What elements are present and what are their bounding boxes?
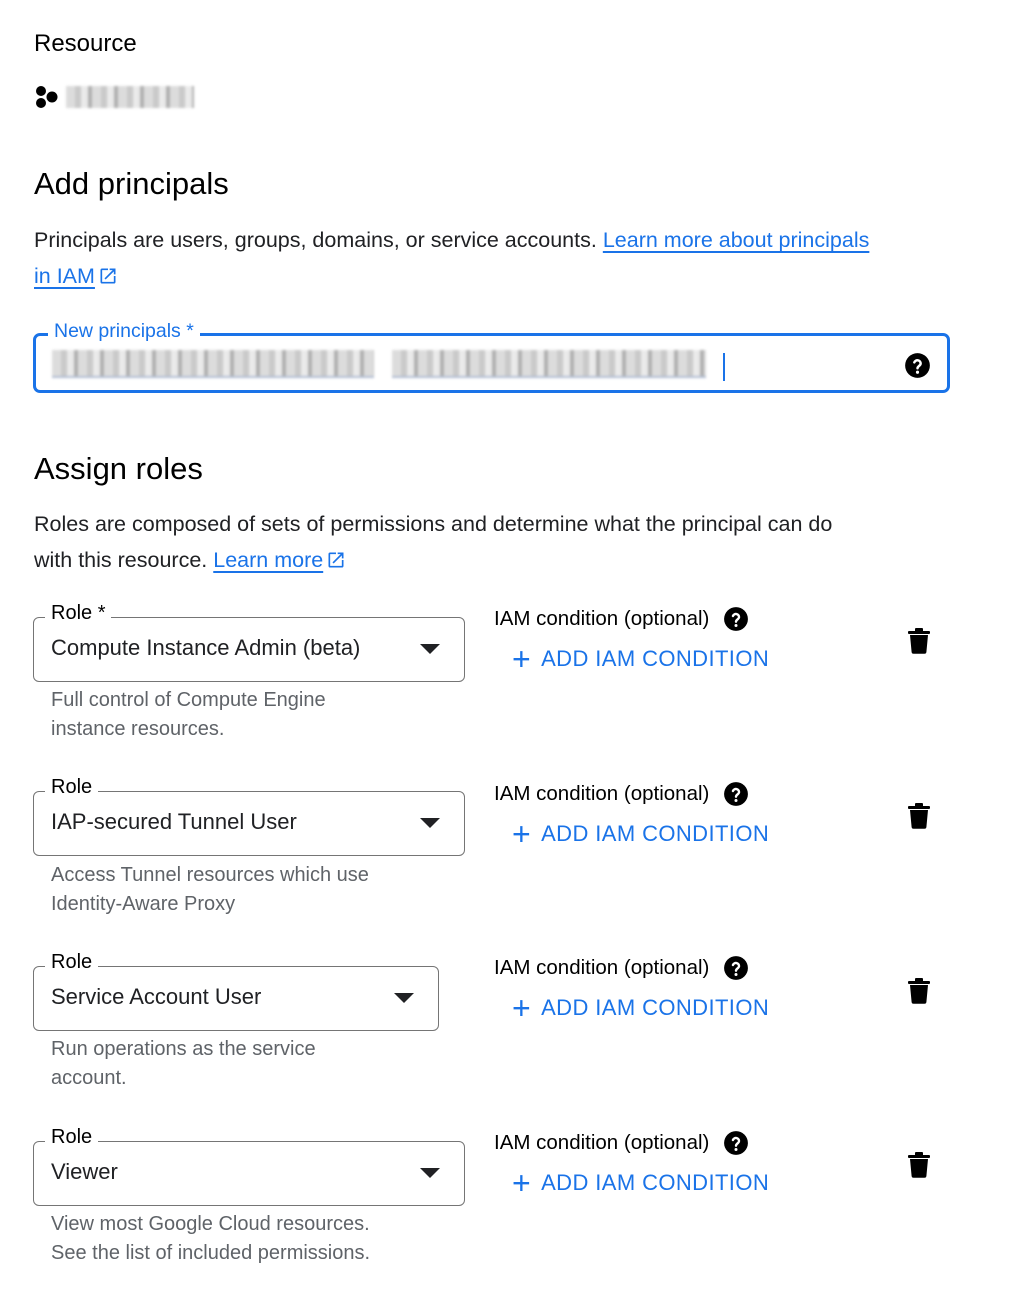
add-iam-condition-label: ADD IAM CONDITION — [541, 821, 770, 846]
add-iam-condition-button[interactable]: + ADD IAM CONDITION — [512, 818, 769, 850]
principals-description-text: Principals are users, groups, domains, o… — [34, 228, 597, 252]
external-link-icon — [328, 552, 344, 568]
role-description: View most Google Cloud resources. See the… — [51, 1213, 371, 1264]
resource-name-redacted — [66, 86, 194, 108]
iam-condition-label: IAM condition (optional) — [494, 781, 749, 807]
add-principals-heading: Add principals — [34, 166, 229, 201]
resource-row — [34, 82, 194, 112]
role-description: Full control of Compute Engine instance r… — [51, 689, 326, 740]
new-principals-field[interactable]: New principals * — [33, 320, 950, 393]
assign-roles-heading: Assign roles — [34, 451, 203, 486]
resource-hexagon-icon — [36, 86, 58, 108]
dropdown-arrow-icon — [420, 644, 440, 654]
role-select[interactable]: Role IAP-secured Tunnel User — [33, 776, 465, 856]
plus-icon: + — [512, 816, 532, 852]
plus-icon: + — [512, 1165, 532, 1201]
delete-role-icon[interactable] — [907, 628, 931, 654]
delete-role-icon[interactable] — [907, 803, 931, 829]
roles-description-line2: with this resource. — [34, 548, 208, 572]
delete-role-icon[interactable] — [907, 978, 931, 1004]
role-description: Run operations as the service account. — [51, 1038, 316, 1089]
role-value: Viewer — [51, 1159, 118, 1184]
add-iam-condition-label: ADD IAM CONDITION — [541, 995, 770, 1020]
help-icon[interactable] — [723, 1130, 749, 1156]
role-value: Compute Instance Admin (beta) — [51, 635, 361, 660]
help-icon[interactable] — [723, 781, 749, 807]
external-link-icon — [100, 268, 116, 284]
principal-chip-2-redacted[interactable] — [392, 350, 706, 378]
help-icon[interactable] — [904, 352, 931, 379]
role-select[interactable]: Role Service Account User — [33, 951, 439, 1031]
role-value: Service Account User — [51, 984, 262, 1009]
text-cursor — [723, 353, 725, 381]
add-iam-condition-button[interactable]: + ADD IAM CONDITION — [512, 992, 769, 1024]
help-icon[interactable] — [723, 606, 749, 632]
iam-condition-label: IAM condition (optional) — [494, 1130, 749, 1156]
dropdown-arrow-icon — [420, 1168, 440, 1178]
principal-chip-1-redacted[interactable] — [52, 350, 374, 378]
plus-icon: + — [512, 641, 532, 677]
role-label: Role — [45, 1126, 99, 1149]
help-icon[interactable] — [723, 955, 749, 981]
add-iam-condition-button[interactable]: + ADD IAM CONDITION — [512, 1167, 769, 1199]
iam-condition-label: IAM condition (optional) — [494, 606, 749, 632]
dropdown-arrow-icon — [420, 818, 440, 828]
role-select[interactable]: Role Viewer — [33, 1126, 465, 1206]
assign-roles-description: Roles are composed of sets of permission… — [34, 506, 964, 578]
new-principals-label: New principals * — [48, 320, 200, 343]
role-label: Role * — [45, 602, 112, 625]
add-iam-condition-label: ADD IAM CONDITION — [541, 646, 770, 671]
resource-heading: Resource — [34, 30, 137, 57]
add-iam-condition-label: ADD IAM CONDITION — [541, 1170, 770, 1195]
roles-description-line1: Roles are composed of sets of permission… — [34, 512, 833, 536]
role-value: IAP-secured Tunnel User — [51, 809, 297, 834]
role-label: Role — [45, 951, 99, 974]
add-principals-description: Principals are users, groups, domains, o… — [34, 222, 964, 294]
learn-more-roles-link[interactable]: Learn more — [213, 548, 346, 572]
add-iam-condition-button[interactable]: + ADD IAM CONDITION — [512, 643, 769, 675]
plus-icon: + — [512, 990, 532, 1026]
iam-condition-label: IAM condition (optional) — [494, 955, 749, 981]
role-select[interactable]: Role * Compute Instance Admin (beta) — [33, 602, 465, 682]
role-label: Role — [45, 776, 99, 799]
role-description: Access Tunnel resources which use Identit… — [51, 864, 369, 915]
dropdown-arrow-icon — [394, 993, 414, 1003]
delete-role-icon[interactable] — [907, 1152, 931, 1178]
